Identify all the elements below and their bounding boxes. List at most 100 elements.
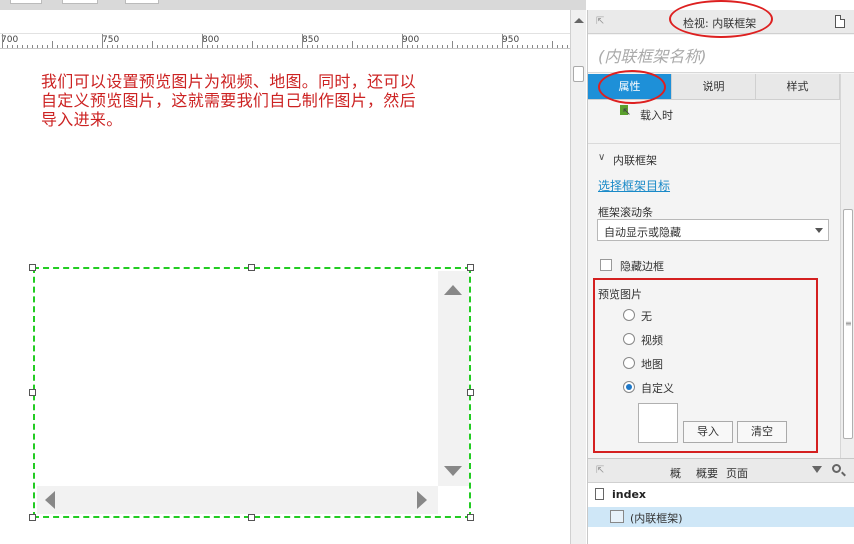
page-icon[interactable] [835, 15, 845, 28]
inline-frame-widget[interactable] [33, 267, 471, 518]
ruler-tick [122, 45, 123, 48]
ruler-tick [207, 45, 208, 48]
widget-name-field[interactable]: (内联框架名称) [588, 35, 854, 73]
ruler-tick [302, 34, 303, 48]
resize-handle[interactable] [248, 264, 255, 271]
ruler-tick [437, 45, 438, 48]
ruler-tick [232, 45, 233, 48]
resize-handle[interactable] [29, 389, 36, 396]
scroll-down-arrow-icon[interactable] [444, 466, 462, 476]
frame-horizontal-scrollbar[interactable] [37, 486, 438, 514]
section-title[interactable]: 内联框架 [613, 152, 657, 168]
scroll-up-arrow-icon[interactable] [444, 285, 462, 295]
widget-name: (内联框架) [630, 512, 683, 525]
scrollbar-select[interactable]: 自动显示或隐藏 [597, 219, 829, 241]
ruler-tick [477, 45, 478, 48]
ruler-tick [142, 45, 143, 48]
ruler-tick [397, 45, 398, 48]
ruler-tick [362, 45, 363, 48]
ruler-tick [327, 45, 328, 48]
ruler-tick [322, 45, 323, 48]
collapse-arrow-icon[interactable]: ⇱ [596, 465, 604, 476]
resize-handle[interactable] [29, 264, 36, 271]
ruler-tick [527, 45, 528, 48]
ruler-tick [247, 45, 248, 48]
resize-handle[interactable] [29, 514, 36, 521]
canvas-header [0, 10, 570, 33]
note-line: 我们可以设置预览图片为视频、地图。同时，还可以 [41, 72, 416, 91]
page-icon [595, 488, 604, 500]
ruler-tick [202, 34, 203, 48]
tab-style[interactable]: 样式 [756, 74, 840, 99]
frame-vertical-scrollbar[interactable] [438, 271, 469, 486]
ruler-tick [517, 45, 518, 48]
ruler-tick [382, 45, 383, 48]
ruler-tick [547, 45, 548, 48]
horizontal-ruler: 700 750 800 850 900 950 [0, 33, 570, 49]
ruler-tick [512, 45, 513, 48]
ruler-tick [492, 45, 493, 48]
ruler-tick [347, 45, 348, 48]
canvas-vertical-scrollbar[interactable] [570, 10, 586, 544]
ruler-tick [7, 45, 8, 48]
toolbar-field[interactable] [62, 0, 98, 4]
ruler-tick [467, 45, 468, 48]
ruler-tick [262, 45, 263, 48]
outline-tab[interactable]: 概要 [696, 465, 718, 481]
outline-header: ⇱ 概 概要 页面 [588, 459, 854, 483]
ruler-tick [57, 45, 58, 48]
toolbar-field[interactable] [10, 0, 42, 4]
ruler-tick [217, 45, 218, 48]
outline-page-row[interactable]: index [588, 484, 854, 506]
resize-handle[interactable] [467, 389, 474, 396]
scroll-thumb[interactable] [573, 66, 584, 82]
widget-icon [610, 510, 624, 523]
tab-notes[interactable]: 说明 [672, 74, 756, 99]
resize-handle[interactable] [467, 514, 474, 521]
ruler-label: 850 [302, 35, 320, 45]
scroll-up-arrow-icon[interactable] [574, 18, 584, 23]
properties-scrollbar[interactable]: ≡ [840, 74, 854, 458]
ruler-tick [2, 34, 3, 48]
hide-border-checkbox[interactable] [600, 259, 612, 271]
highlight-ellipse [598, 70, 666, 104]
name-placeholder: (内联框架名称) [598, 47, 707, 66]
resize-handle[interactable] [248, 514, 255, 521]
ruler-tick [482, 45, 483, 48]
on-load-event[interactable]: 载入时 [640, 107, 673, 123]
outline-tab[interactable]: 概 [670, 465, 681, 481]
scrollbar-select-value: 自动显示或隐藏 [604, 226, 681, 239]
ruler-tick [352, 41, 353, 48]
ruler-tick [167, 45, 168, 48]
outline-tab[interactable]: 页面 [726, 465, 748, 481]
ruler-tick [357, 45, 358, 48]
ruler-tick [562, 45, 563, 48]
ruler-tick [107, 45, 108, 48]
search-icon[interactable] [832, 464, 841, 473]
ruler-tick [552, 41, 553, 48]
collapse-arrow-icon[interactable]: ⇱ [596, 16, 604, 27]
filter-icon[interactable] [812, 466, 822, 473]
ruler-tick [47, 45, 48, 48]
ruler-tick [117, 45, 118, 48]
select-frame-target-link[interactable]: 选择框架目标 [598, 177, 670, 194]
ruler-tick [487, 45, 488, 48]
ruler-tick [137, 45, 138, 48]
ruler-tick [52, 41, 53, 48]
ruler-tick [17, 45, 18, 48]
ruler-tick [442, 45, 443, 48]
page-name: index [612, 488, 647, 501]
resize-handle[interactable] [467, 264, 474, 271]
ruler-tick [557, 45, 558, 48]
scroll-right-arrow-icon[interactable] [417, 491, 427, 509]
ruler-tick [112, 45, 113, 48]
outline-pane: ⇱ 概 概要 页面 index (内联框架) [587, 458, 854, 544]
toolbar-field[interactable] [125, 0, 159, 4]
note-line: 自定义预览图片，这就需要我们自己制作图片，然后 [41, 91, 416, 110]
ruler-label: 700 [1, 35, 19, 45]
outline-widget-row[interactable]: (内联框架) [588, 507, 854, 527]
ruler-tick [12, 45, 13, 48]
ruler-tick [172, 45, 173, 48]
scroll-left-arrow-icon[interactable] [45, 491, 55, 509]
chevron-down-icon[interactable]: ∨ [598, 152, 605, 163]
